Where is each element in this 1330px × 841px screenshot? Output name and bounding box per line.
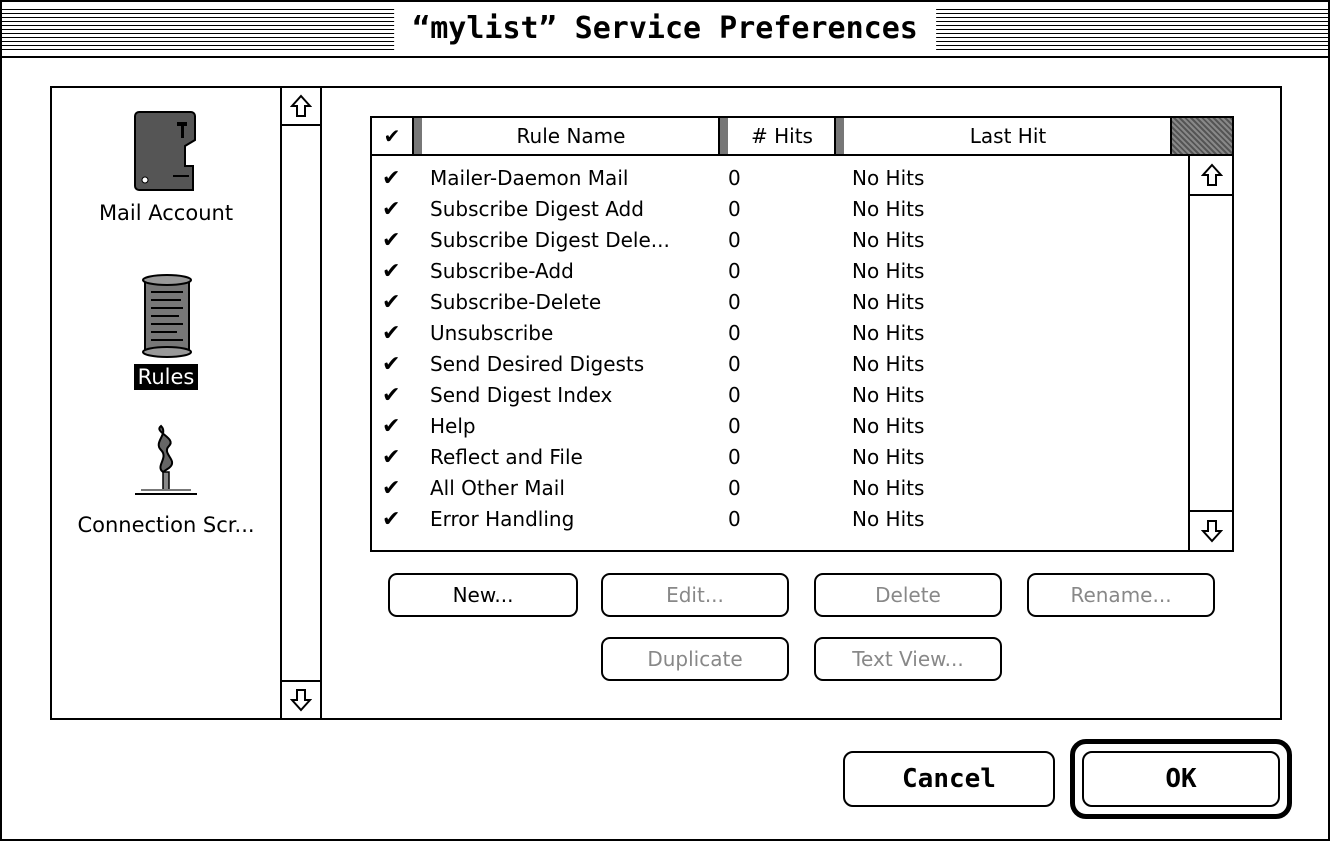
rule-hits: 0 bbox=[728, 321, 741, 345]
category-list: Mail Account Rules Connection Scr... bbox=[52, 88, 280, 718]
delete-rule-button[interactable]: Delete bbox=[814, 573, 1002, 617]
rule-name: Mailer-Daemon Mail bbox=[430, 166, 629, 190]
duplicate-rule-button[interactable]: Duplicate bbox=[601, 637, 789, 681]
table-row[interactable]: ✔ Subscribe Digest Add 0 No Hits bbox=[372, 195, 1184, 226]
rule-hits: 0 bbox=[728, 383, 741, 407]
rule-last-hit: No Hits bbox=[852, 228, 925, 252]
category-label: Rules bbox=[133, 364, 199, 390]
rule-last-hit: No Hits bbox=[852, 352, 925, 376]
column-header-enabled[interactable]: ✔ bbox=[372, 118, 414, 154]
enabled-check[interactable]: ✔ bbox=[382, 290, 400, 315]
enabled-check[interactable]: ✔ bbox=[382, 197, 400, 222]
category-connection-script[interactable]: Connection Scr... bbox=[52, 422, 280, 538]
table-row[interactable]: ✔ Mailer-Daemon Mail 0 No Hits bbox=[372, 164, 1184, 195]
scroll-down-arrow-icon[interactable] bbox=[1190, 510, 1234, 550]
enabled-check[interactable]: ✔ bbox=[382, 476, 400, 501]
rule-name: Subscribe-Add bbox=[430, 259, 574, 283]
rule-last-hit: No Hits bbox=[852, 445, 925, 469]
rules-list: ✔ Mailer-Daemon Mail 0 No Hits ✔ Subscribe D… bbox=[372, 164, 1184, 536]
table-header: ✔ Rule Name # Hits Last Hit bbox=[372, 118, 1232, 156]
rule-name: Error Handling bbox=[430, 507, 575, 531]
rule-last-hit: No Hits bbox=[852, 507, 925, 531]
rule-hits: 0 bbox=[728, 414, 741, 438]
enabled-check[interactable]: ✔ bbox=[382, 414, 400, 439]
rule-last-hit: No Hits bbox=[852, 259, 925, 283]
rename-rule-button[interactable]: Rename... bbox=[1027, 573, 1215, 617]
scroll-up-arrow-icon[interactable] bbox=[282, 88, 320, 126]
category-label: Mail Account bbox=[98, 201, 234, 225]
enabled-check[interactable]: ✔ bbox=[382, 352, 400, 377]
enabled-check[interactable]: ✔ bbox=[382, 259, 400, 284]
rules-table: ✔ Rule Name # Hits Last Hit ✔ Mailer-Daem… bbox=[370, 116, 1234, 552]
enabled-check[interactable]: ✔ bbox=[382, 228, 400, 253]
rule-last-hit: No Hits bbox=[852, 476, 925, 500]
rule-last-hit: No Hits bbox=[852, 290, 925, 314]
rule-hits: 0 bbox=[728, 259, 741, 283]
new-rule-button[interactable]: New... bbox=[388, 573, 578, 617]
text-view-button[interactable]: Text View... bbox=[814, 637, 1002, 681]
edit-rule-button[interactable]: Edit... bbox=[601, 573, 789, 617]
rule-hits: 0 bbox=[728, 507, 741, 531]
rule-hits: 0 bbox=[728, 166, 741, 190]
category-label: Connection Scr... bbox=[77, 513, 255, 537]
table-row[interactable]: ✔ Help 0 No Hits bbox=[372, 412, 1184, 443]
column-header-hits[interactable]: # Hits bbox=[730, 118, 836, 154]
rule-name: Help bbox=[430, 414, 476, 438]
rule-hits: 0 bbox=[728, 476, 741, 500]
rule-last-hit: No Hits bbox=[852, 166, 925, 190]
table-row[interactable]: ✔ Reflect and File 0 No Hits bbox=[372, 443, 1184, 474]
table-row[interactable]: ✔ Subscribe-Delete 0 No Hits bbox=[372, 288, 1184, 319]
rule-last-hit: No Hits bbox=[852, 197, 925, 221]
enabled-check[interactable]: ✔ bbox=[382, 445, 400, 470]
rule-hits: 0 bbox=[728, 290, 741, 314]
category-scrollbar[interactable] bbox=[280, 88, 322, 718]
rule-name: Subscribe-Delete bbox=[430, 290, 602, 314]
scroll-down-arrow-icon[interactable] bbox=[282, 680, 320, 718]
rules-scrollbar[interactable] bbox=[1188, 156, 1234, 550]
category-mail-account[interactable]: Mail Account bbox=[52, 110, 280, 226]
table-row[interactable]: ✔ All Other Mail 0 No Hits bbox=[372, 474, 1184, 505]
rule-hits: 0 bbox=[728, 228, 741, 252]
rule-hits: 0 bbox=[728, 197, 741, 221]
column-header-filler bbox=[1172, 118, 1232, 154]
rule-name: Send Desired Digests bbox=[430, 352, 645, 376]
title-bar[interactable]: “mylist” Service Preferences bbox=[2, 2, 1328, 58]
category-rules[interactable]: Rules bbox=[52, 274, 280, 390]
rule-name: Reflect and File bbox=[430, 445, 583, 469]
settings-panel: Mail Account Rules Connection Scr... ✔ R… bbox=[50, 86, 1282, 720]
rule-last-hit: No Hits bbox=[852, 414, 925, 438]
connection-script-icon bbox=[135, 424, 197, 495]
table-row[interactable]: ✔ Subscribe Digest Dele... 0 No Hits bbox=[372, 226, 1184, 257]
rule-hits: 0 bbox=[728, 352, 741, 376]
mail-account-icon bbox=[134, 111, 196, 191]
scroll-up-arrow-icon[interactable] bbox=[1190, 156, 1234, 196]
rules-scroll-icon bbox=[142, 274, 192, 358]
enabled-check[interactable]: ✔ bbox=[382, 383, 400, 408]
rule-name: Subscribe Digest Dele... bbox=[430, 228, 670, 252]
enabled-check[interactable]: ✔ bbox=[382, 166, 400, 191]
ok-button[interactable]: OK bbox=[1082, 751, 1280, 807]
table-row[interactable]: ✔ Subscribe-Add 0 No Hits bbox=[372, 257, 1184, 288]
enabled-check[interactable]: ✔ bbox=[382, 507, 400, 532]
column-header-last-hit[interactable]: Last Hit bbox=[846, 118, 1172, 154]
rule-last-hit: No Hits bbox=[852, 321, 925, 345]
rule-last-hit: No Hits bbox=[852, 383, 925, 407]
table-row[interactable]: ✔ Error Handling 0 No Hits bbox=[372, 505, 1184, 536]
rule-name: Subscribe Digest Add bbox=[430, 197, 644, 221]
enabled-check[interactable]: ✔ bbox=[382, 321, 400, 346]
rule-name: All Other Mail bbox=[430, 476, 565, 500]
window-title: “mylist” Service Preferences bbox=[394, 8, 936, 50]
rule-hits: 0 bbox=[728, 445, 741, 469]
rule-name: Send Digest Index bbox=[430, 383, 613, 407]
rule-name: Unsubscribe bbox=[430, 321, 554, 345]
column-header-rule-name[interactable]: Rule Name bbox=[424, 118, 720, 154]
cancel-button[interactable]: Cancel bbox=[843, 751, 1055, 807]
table-row[interactable]: ✔ Send Digest Index 0 No Hits bbox=[372, 381, 1184, 412]
table-row[interactable]: ✔ Unsubscribe 0 No Hits bbox=[372, 319, 1184, 350]
table-row[interactable]: ✔ Send Desired Digests 0 No Hits bbox=[372, 350, 1184, 381]
